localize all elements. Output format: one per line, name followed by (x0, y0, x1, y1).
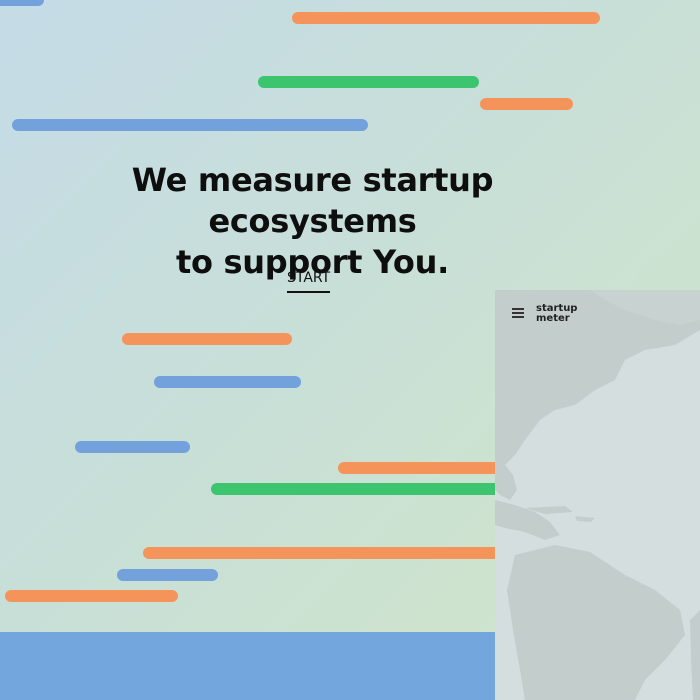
map-panel[interactable]: startup meter (495, 290, 700, 700)
hero-headline: We measure startup ecosystems to support… (40, 160, 585, 283)
world-map (495, 290, 700, 700)
stripe (154, 376, 301, 388)
hamburger-menu-icon[interactable] (512, 308, 524, 318)
stripe (292, 12, 600, 24)
logo-line-2: meter (536, 313, 570, 324)
stripe (122, 333, 292, 345)
start-button[interactable]: START (287, 270, 331, 293)
stripe (117, 569, 218, 581)
stripe (258, 76, 479, 88)
headline-line-1: We measure startup ecosystems (131, 161, 494, 240)
stripe (338, 462, 508, 474)
stripe (75, 441, 190, 453)
south-america-landmass (507, 545, 685, 700)
stripe (5, 590, 178, 602)
stripe (143, 547, 508, 559)
florida-landmass (495, 465, 517, 500)
startup-meter-logo[interactable]: startup meter (536, 304, 577, 324)
africa-landmass (690, 610, 700, 700)
stripe (211, 483, 508, 495)
central-america-landmass (495, 500, 560, 540)
stripe (12, 119, 368, 131)
stripe (0, 0, 44, 6)
stripe (480, 98, 573, 110)
bottom-band (0, 632, 495, 700)
